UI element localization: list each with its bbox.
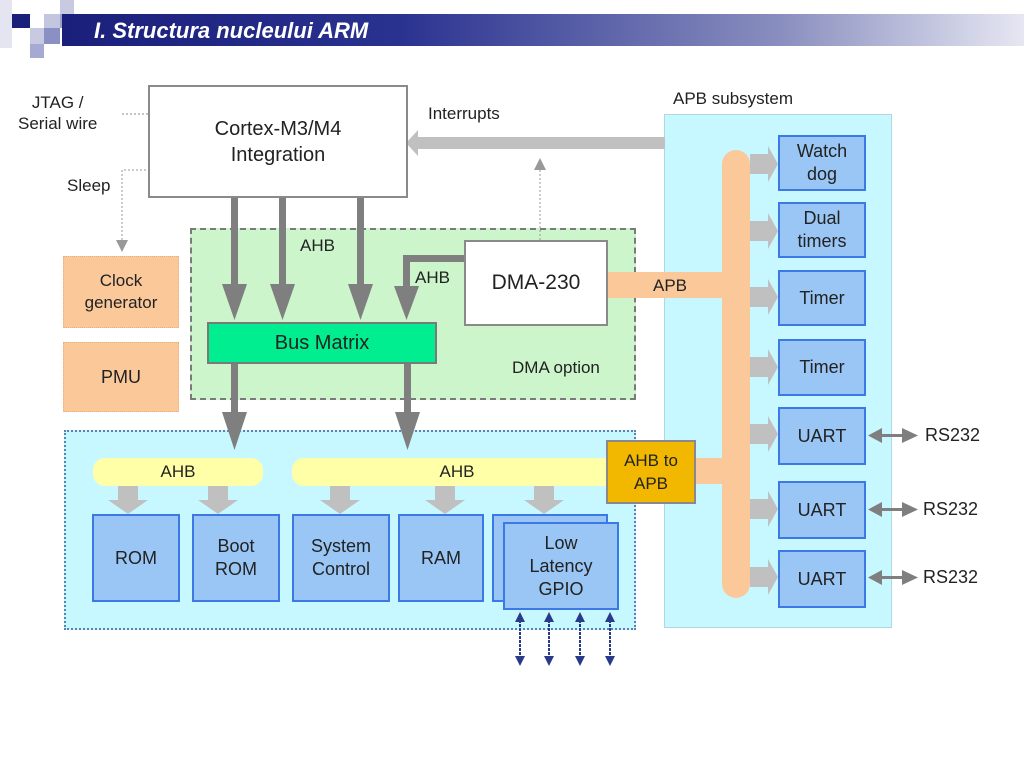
ahb-bus-left: AHB xyxy=(93,458,263,486)
watchdog-block: Watch dog xyxy=(778,135,866,191)
dual-timers-block: Dual timers xyxy=(778,202,866,258)
apb-subsystem-label: APB subsystem xyxy=(673,89,793,108)
dma-option-label: DMA option xyxy=(512,358,600,377)
sleep-arrowhead xyxy=(116,240,128,252)
apb-peripheral-arrows xyxy=(750,146,778,595)
interrupts-bar xyxy=(415,137,665,149)
ahb-dma-label: AHB xyxy=(415,268,450,287)
clock-generator-block: Clock generator xyxy=(63,256,179,328)
ram-block: RAM xyxy=(398,514,484,602)
timer-block-1: Timer xyxy=(778,270,866,326)
low-latency-gpio-block: Low Latency GPIO xyxy=(503,522,619,610)
sleep-label: Sleep xyxy=(67,176,111,195)
ahb-core-label: AHB xyxy=(300,236,335,255)
uart-block-2: UART xyxy=(778,481,866,539)
timer-block-2: Timer xyxy=(778,339,866,396)
gpio-io-arrows xyxy=(515,612,615,666)
rom-block: ROM xyxy=(92,514,180,602)
uart-block-3: UART xyxy=(778,550,866,608)
uart-block-1: UART xyxy=(778,407,866,465)
bus-matrix-block: Bus Matrix xyxy=(207,322,437,364)
apb-vertical-bus xyxy=(722,150,750,598)
core-line1: Cortex-M3/M4 xyxy=(214,117,342,140)
rs232-arrows xyxy=(868,428,918,585)
pmu-block: PMU xyxy=(63,342,179,412)
core-line2: Integration xyxy=(230,143,326,166)
dma-interrupt-arrowhead xyxy=(534,158,546,170)
boot-rom-block: Boot ROM xyxy=(192,514,280,602)
interrupts-label: Interrupts xyxy=(428,104,500,123)
dma-230-block: DMA-230 xyxy=(464,240,608,326)
cortex-core-block: Cortex-M3/M4 Integration xyxy=(148,85,408,198)
rs232-label-2: RS232 xyxy=(923,499,979,519)
ahb-bus-right: AHB xyxy=(292,458,622,486)
ahb-peripheral-arrows xyxy=(108,484,564,514)
apb-dma-label: APB xyxy=(653,276,688,295)
rs232-label-3: RS232 xyxy=(923,567,979,587)
ahb-to-apb-bridge: AHB to APB xyxy=(606,440,696,504)
jtag-label: JTAG / Serial wire xyxy=(18,93,98,133)
sleep-line xyxy=(121,169,150,245)
rs232-label-1: RS232 xyxy=(925,425,981,445)
system-control-block: System Control xyxy=(292,514,390,602)
